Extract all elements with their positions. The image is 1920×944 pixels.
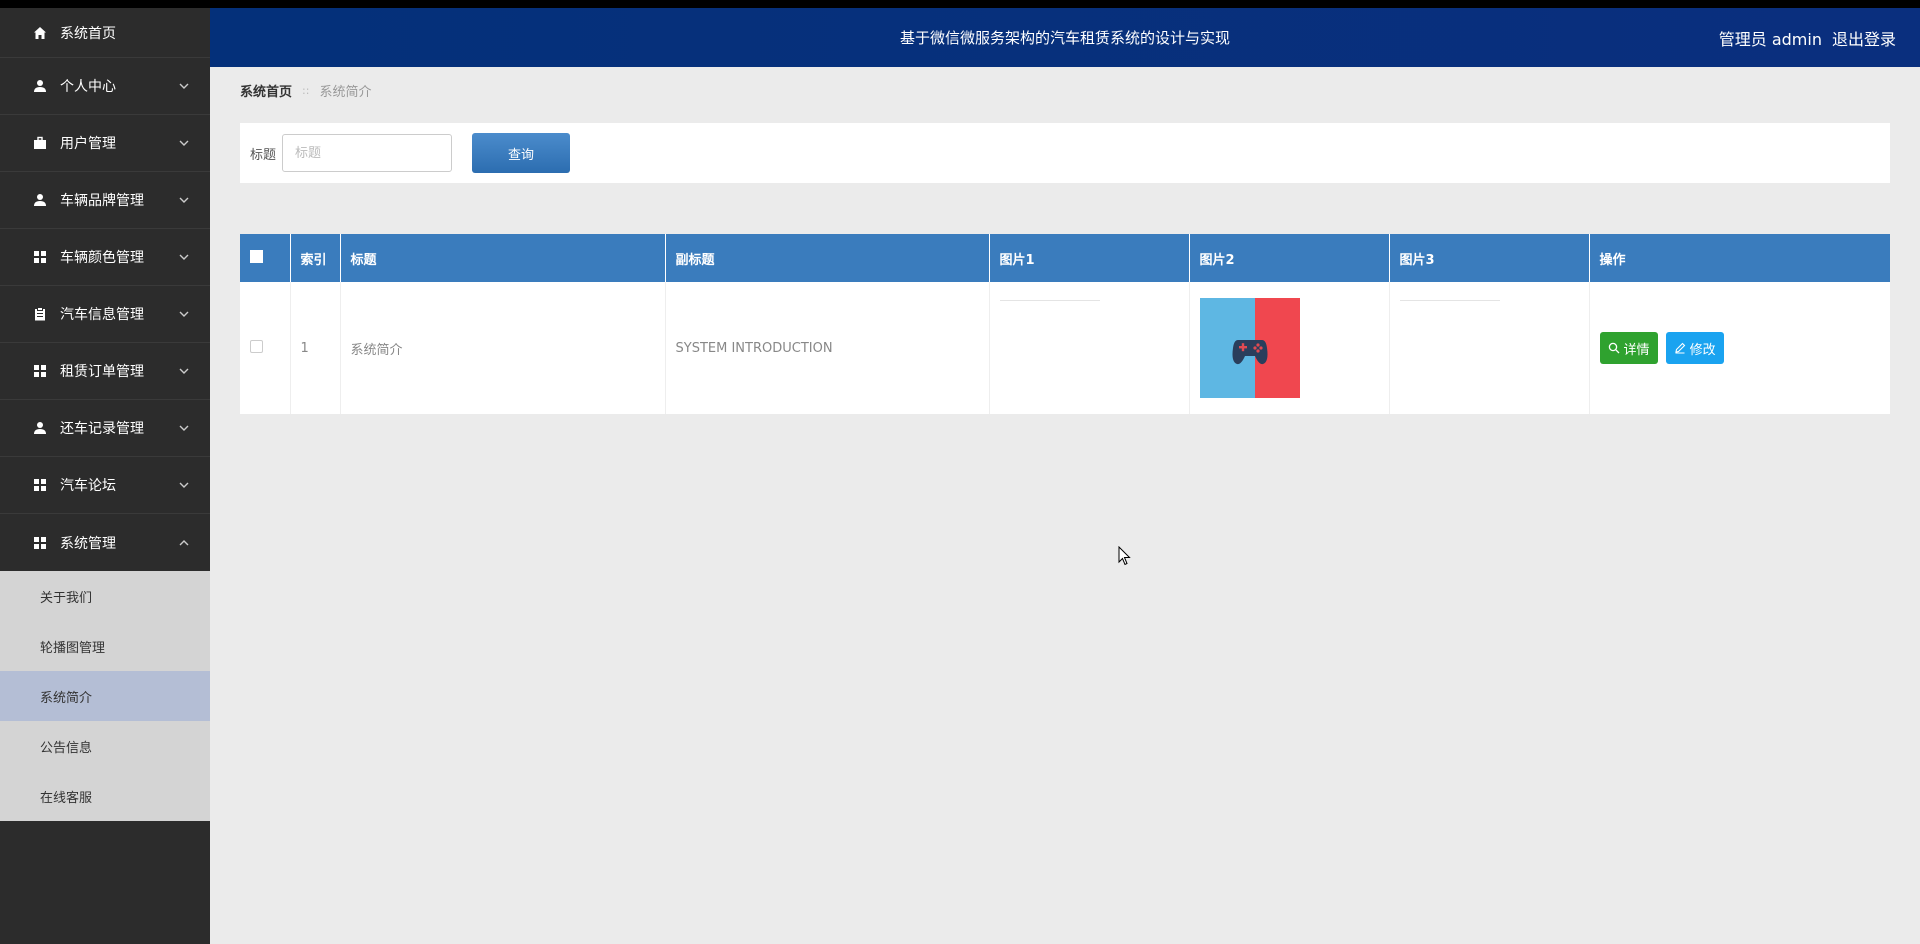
search-bar: 标题 查询 bbox=[240, 123, 1890, 183]
sidebar-item-orders[interactable]: 租赁订单管理 bbox=[0, 343, 210, 400]
sidebar-item-color[interactable]: 车辆颜色管理 bbox=[0, 229, 210, 286]
header-subtitle: 副标题 bbox=[665, 234, 990, 282]
sidebar-item-label: 个人中心 bbox=[60, 79, 116, 95]
row-actions-cell: 详情 修改 bbox=[1589, 282, 1890, 414]
image2-thumbnail[interactable] bbox=[1199, 298, 1300, 398]
chevron-down-icon bbox=[179, 482, 189, 488]
grid-icon bbox=[32, 363, 48, 379]
sidebar-item-label: 用户管理 bbox=[60, 136, 116, 152]
table-header-row: 索引 标题 副标题 图片1 图片2 图片3 操作 bbox=[240, 234, 1890, 282]
sidebar-item-label: 车辆品牌管理 bbox=[60, 193, 144, 209]
user-icon bbox=[32, 78, 48, 94]
gamepad-icon bbox=[1232, 340, 1267, 365]
main-content: 系统首页 :: 系统简介 标题 查询 索引 标题 bbox=[210, 67, 1920, 944]
detail-label: 详情 bbox=[1623, 342, 1650, 358]
detail-button[interactable]: 详情 bbox=[1599, 332, 1658, 364]
submenu-item-intro[interactable]: 系统简介 bbox=[0, 671, 210, 721]
row-select-cell bbox=[240, 282, 291, 414]
user-area: 管理员 admin 退出登录 bbox=[1709, 8, 1896, 67]
submenu-item-carousel[interactable]: 轮播图管理 bbox=[0, 621, 210, 671]
grid-icon bbox=[32, 477, 48, 493]
edit-button[interactable]: 修改 bbox=[1665, 332, 1724, 364]
sidebar-item-car-info[interactable]: 汽车信息管理 bbox=[0, 286, 210, 343]
user-icon bbox=[32, 192, 48, 208]
logout-link[interactable]: 退出登录 bbox=[1832, 26, 1896, 50]
submenu-item-about[interactable]: 关于我们 bbox=[0, 571, 210, 621]
system-submenu: 关于我们 轮播图管理 系统简介 公告信息 在线客服 bbox=[0, 571, 210, 821]
sidebar-item-label: 车辆颜色管理 bbox=[60, 250, 144, 266]
breadcrumb-separator: :: bbox=[302, 84, 310, 97]
header-image2: 图片2 bbox=[1189, 234, 1390, 282]
row-title: 系统简介 bbox=[340, 282, 666, 414]
header-index: 索引 bbox=[290, 234, 341, 282]
search-label: 标题 bbox=[250, 147, 277, 163]
grid-icon bbox=[32, 535, 48, 551]
row-image2-cell bbox=[1189, 282, 1390, 414]
header-title: 标题 bbox=[340, 234, 666, 282]
pencil-icon bbox=[1674, 342, 1685, 354]
chevron-down-icon bbox=[179, 197, 189, 203]
breadcrumb: 系统首页 :: 系统简介 bbox=[240, 81, 371, 100]
header-image1: 图片1 bbox=[989, 234, 1190, 282]
sidebar-item-home[interactable]: 系统首页 bbox=[0, 8, 210, 58]
briefcase-icon bbox=[32, 135, 48, 151]
row-image3-cell bbox=[1389, 282, 1590, 414]
sidebar-item-label: 租赁订单管理 bbox=[60, 364, 144, 380]
sidebar-item-forum[interactable]: 汽车论坛 bbox=[0, 457, 210, 514]
sidebar-item-label: 系统首页 bbox=[60, 25, 116, 42]
chevron-down-icon bbox=[179, 254, 189, 260]
sidebar-item-users[interactable]: 用户管理 bbox=[0, 115, 210, 172]
top-header: 基于微信微服务架构的汽车租赁系统的设计与实现 管理员 admin 退出登录 bbox=[210, 8, 1920, 67]
data-table: 索引 标题 副标题 图片1 图片2 图片3 操作 1 系统简介 SYSTEM I… bbox=[240, 234, 1890, 414]
clipboard-icon bbox=[32, 306, 48, 322]
edit-label: 修改 bbox=[1689, 342, 1716, 358]
sidebar: 系统首页 个人中心 用户管理 车辆品牌管理 车辆颜色管理 汽车信息管理 租赁订单… bbox=[0, 8, 210, 944]
user-icon bbox=[32, 420, 48, 436]
chevron-down-icon bbox=[179, 83, 189, 89]
row-image1-cell bbox=[989, 282, 1190, 414]
image3-placeholder bbox=[1399, 298, 1589, 398]
submenu-item-service[interactable]: 在线客服 bbox=[0, 771, 210, 821]
table-row: 1 系统简介 SYSTEM INTRODUCTION 详情 修改 bbox=[240, 282, 1890, 414]
sidebar-item-label: 汽车论坛 bbox=[60, 478, 116, 494]
sidebar-item-label: 汽车信息管理 bbox=[60, 307, 144, 323]
sidebar-item-profile[interactable]: 个人中心 bbox=[0, 58, 210, 115]
app-title: 基于微信微服务架构的汽车租赁系统的设计与实现 bbox=[899, 29, 1230, 47]
row-subtitle: SYSTEM INTRODUCTION bbox=[665, 282, 990, 414]
breadcrumb-home[interactable]: 系统首页 bbox=[240, 81, 292, 100]
mouse-cursor-icon bbox=[1118, 546, 1131, 566]
user-role: 管理员 admin bbox=[1718, 29, 1822, 49]
header-select-all bbox=[240, 234, 291, 282]
submenu-item-notice[interactable]: 公告信息 bbox=[0, 721, 210, 771]
header-actions: 操作 bbox=[1599, 252, 1626, 268]
sidebar-item-returns[interactable]: 还车记录管理 bbox=[0, 400, 210, 457]
grid-icon bbox=[32, 249, 48, 265]
chevron-down-icon bbox=[179, 425, 189, 431]
chevron-down-icon bbox=[179, 140, 189, 146]
search-input[interactable] bbox=[282, 134, 453, 172]
image1-placeholder bbox=[999, 298, 1189, 398]
sidebar-item-label: 系统管理 bbox=[60, 535, 116, 552]
query-button[interactable]: 查询 bbox=[472, 133, 571, 173]
select-all-checkbox[interactable] bbox=[250, 249, 263, 263]
search-icon bbox=[1608, 342, 1619, 354]
row-checkbox[interactable] bbox=[250, 339, 263, 353]
home-icon bbox=[32, 25, 48, 41]
header-image3: 图片3 bbox=[1389, 234, 1590, 282]
chevron-up-icon bbox=[179, 539, 189, 545]
breadcrumb-current: 系统简介 bbox=[319, 85, 372, 100]
sidebar-item-brand[interactable]: 车辆品牌管理 bbox=[0, 172, 210, 229]
chevron-down-icon bbox=[179, 311, 189, 317]
sidebar-item-system[interactable]: 系统管理 bbox=[0, 514, 210, 571]
chevron-down-icon bbox=[179, 368, 189, 374]
top-strip bbox=[0, 0, 1920, 8]
sidebar-item-label: 还车记录管理 bbox=[60, 421, 144, 437]
row-index: 1 bbox=[290, 282, 341, 414]
